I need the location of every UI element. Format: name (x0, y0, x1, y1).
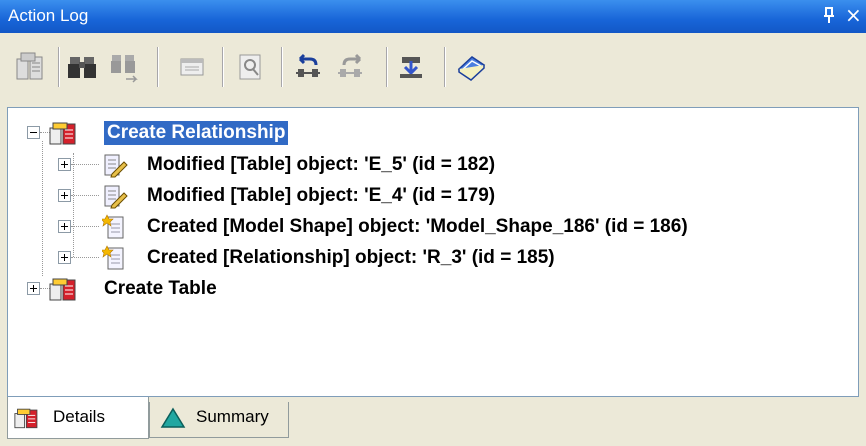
tab-label: Summary (196, 407, 269, 426)
close-icon[interactable]: × (845, 4, 862, 26)
tree-item-label: Created [Model Shape] object: 'Model_Sha… (147, 216, 688, 237)
toolbar-separator (58, 47, 60, 87)
expand-icon[interactable] (58, 158, 71, 171)
expand-icon[interactable] (58, 251, 71, 264)
window-icon[interactable] (176, 49, 210, 85)
created-object-icon (100, 214, 132, 244)
redo-icon[interactable] (334, 49, 368, 85)
action-tree: Create Relationship Modified [Table] obj… (7, 107, 859, 397)
tree-item-label: Create Table (104, 278, 217, 299)
tree-item-modified-e5[interactable]: Modified [Table] object: 'E_5' (id = 182… (8, 150, 858, 180)
documents-icon[interactable] (14, 49, 48, 85)
modified-object-icon (102, 152, 132, 182)
action-group-icon (49, 120, 83, 150)
tree-line (71, 164, 99, 165)
tree-line (71, 257, 99, 258)
expand-icon[interactable] (58, 189, 71, 202)
binoculars-next-icon[interactable] (108, 49, 142, 85)
action-group-icon (49, 276, 83, 306)
page-magnify-icon[interactable] (234, 49, 268, 85)
tree-item-created-model-shape[interactable]: Created [Model Shape] object: 'Model_Sha… (8, 212, 858, 242)
tab-summary[interactable]: Summary (149, 402, 289, 438)
tree-item-label: Created [Relationship] object: 'R_3' (id… (147, 247, 555, 268)
toolbar-separator (281, 47, 283, 87)
pin-icon[interactable] (822, 4, 838, 26)
undo-icon[interactable] (292, 49, 326, 85)
tree-item-label: Modified [Table] object: 'E_4' (id = 179… (147, 185, 496, 206)
bottom-tab-bar: Details Summary (0, 397, 866, 446)
tree-line (71, 195, 99, 196)
tab-details[interactable]: Details (7, 397, 149, 439)
expand-icon[interactable] (27, 282, 40, 295)
triangle-icon (160, 407, 186, 434)
modified-object-icon (102, 183, 132, 213)
expand-icon[interactable] (58, 220, 71, 233)
binoculars-icon[interactable] (66, 49, 100, 85)
collapse-icon[interactable] (27, 126, 40, 139)
tree-item-modified-e4[interactable]: Modified [Table] object: 'E_4' (id = 179… (8, 181, 858, 211)
tab-label: Details (53, 407, 105, 426)
toolbar-separator (222, 47, 224, 87)
help-book-icon[interactable] (454, 49, 488, 85)
tree-line (71, 226, 99, 227)
created-object-icon (100, 245, 132, 275)
title-bar: Action Log × (0, 0, 866, 33)
action-group-icon (14, 406, 44, 435)
tree-item-create-table[interactable]: Create Table (8, 274, 858, 304)
tree-item-label: Create Relationship (102, 120, 290, 146)
tree-item-label: Modified [Table] object: 'E_5' (id = 182… (147, 154, 496, 175)
toolbar-separator (386, 47, 388, 87)
tree-item-created-relationship[interactable]: Created [Relationship] object: 'R_3' (id… (8, 243, 858, 273)
tree-item-create-relationship[interactable]: Create Relationship (8, 118, 858, 148)
download-icon[interactable] (394, 49, 428, 85)
window-title: Action Log (8, 6, 89, 25)
toolbar-separator (444, 47, 446, 87)
toolbar (0, 33, 866, 107)
toolbar-separator (157, 47, 159, 87)
